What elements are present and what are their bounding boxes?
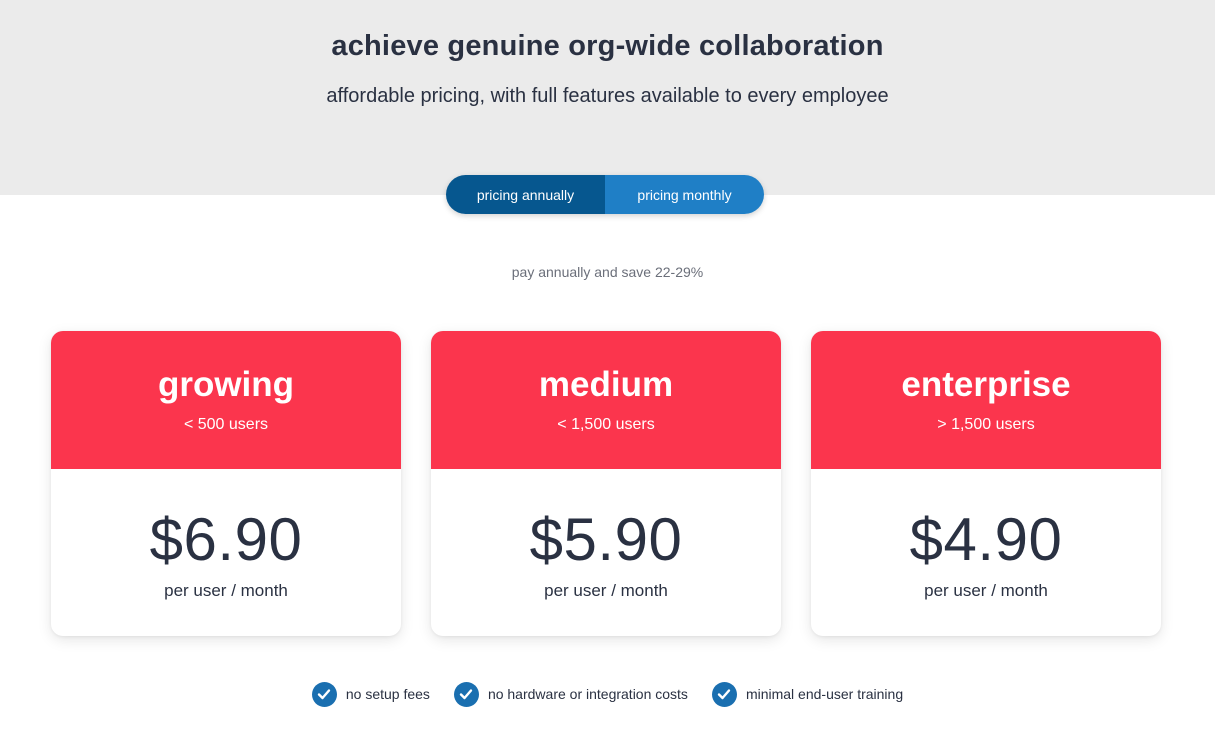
plan-price-unit: per user / month <box>164 581 288 600</box>
plan-price-unit: per user / month <box>924 581 1048 600</box>
check-circle-icon <box>711 681 737 707</box>
feature-label: minimal end-user training <box>745 686 904 702</box>
plan-card-header: medium < 1,500 users <box>431 331 781 469</box>
feature-list: no setup fees no hardware or integration… <box>0 681 1215 707</box>
plan-users: < 500 users <box>183 416 269 433</box>
plan-card-header: enterprise > 1,500 users <box>811 331 1161 469</box>
plan-name: medium <box>538 365 674 404</box>
plan-card-enterprise: enterprise > 1,500 users $4.90 per user … <box>811 331 1161 636</box>
hero-subtitle: affordable pricing, with full features a… <box>326 85 889 107</box>
feature-label: no setup fees <box>345 686 430 702</box>
feature-label: no hardware or integration costs <box>487 686 688 702</box>
plan-name: enterprise <box>901 365 1071 404</box>
plan-card-medium: medium < 1,500 users $5.90 per user / mo… <box>431 331 781 636</box>
plan-price: $4.90 <box>909 506 1063 573</box>
hero-title: achieve genuine org-wide collaboration <box>331 30 884 62</box>
check-circle-icon <box>453 681 479 707</box>
pricing-monthly-button[interactable]: pricing monthly <box>605 175 764 214</box>
hero-section: achieve genuine org-wide collaboration a… <box>0 0 1215 195</box>
feature-item: no hardware or integration costs <box>453 681 688 707</box>
plan-card-header: growing < 500 users <box>51 331 401 469</box>
plan-price: $5.90 <box>529 506 683 573</box>
check-circle-icon <box>311 681 337 707</box>
plan-card-growing: growing < 500 users $6.90 per user / mon… <box>51 331 401 636</box>
plan-users: < 1,500 users <box>557 416 655 433</box>
feature-item: minimal end-user training <box>711 681 904 707</box>
plan-price: $6.90 <box>149 506 303 573</box>
plan-users: > 1,500 users <box>937 416 1035 433</box>
billing-toggle: pricing annually pricing monthly <box>446 175 764 214</box>
save-note: pay annually and save 22-29% <box>511 264 704 280</box>
feature-item: no setup fees <box>311 681 430 707</box>
plan-price-unit: per user / month <box>544 581 668 600</box>
pricing-annually-button[interactable]: pricing annually <box>446 175 605 214</box>
plan-name: growing <box>157 365 295 404</box>
